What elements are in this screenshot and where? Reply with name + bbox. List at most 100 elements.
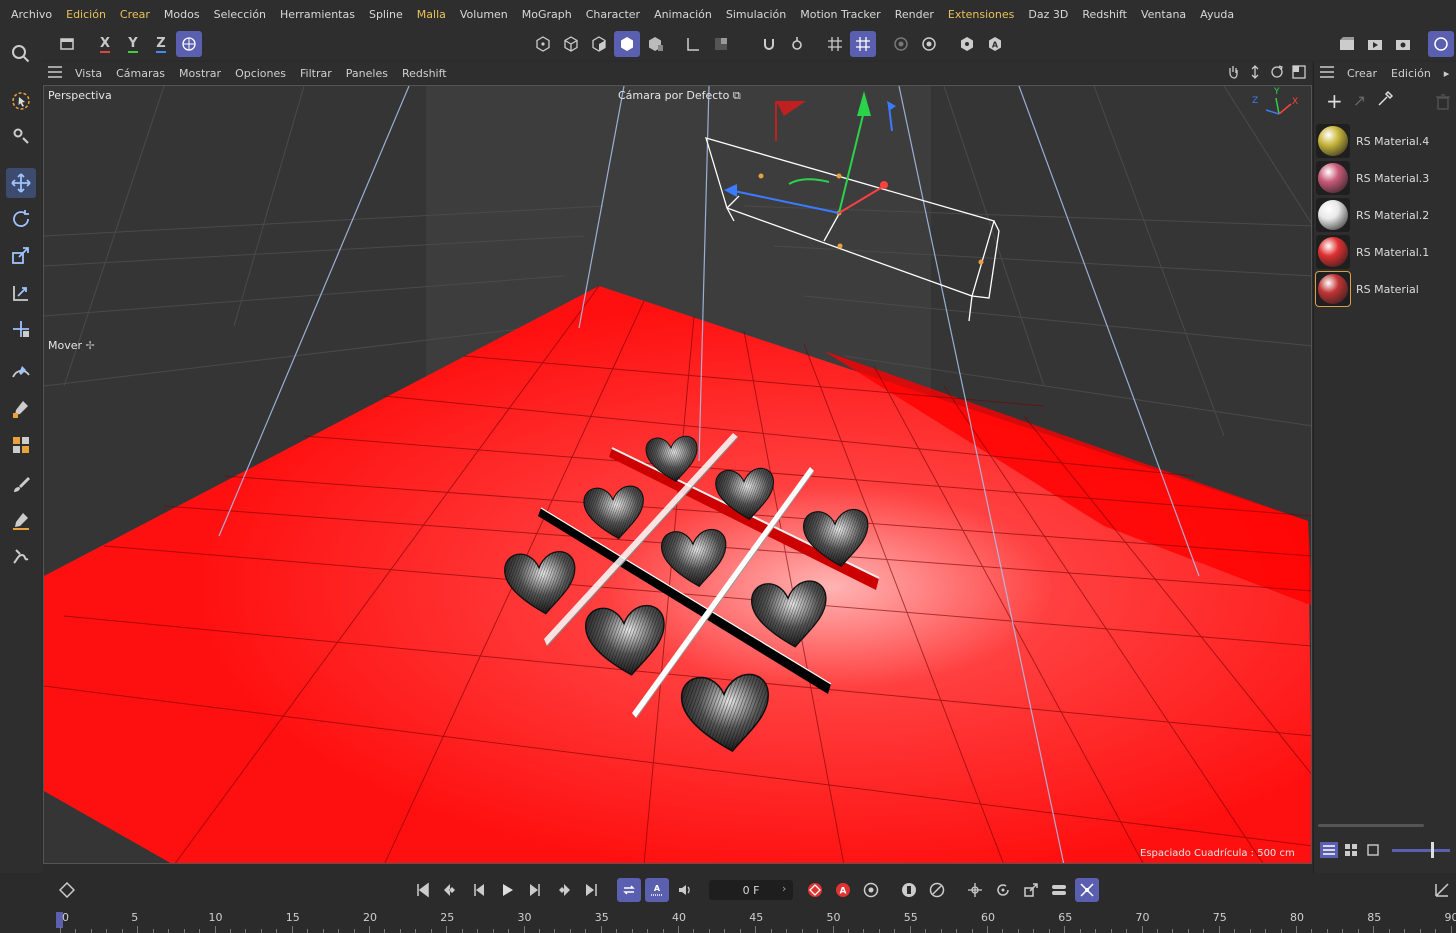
axis-x-lock-button[interactable]: X: [92, 31, 118, 57]
previous-key-icon[interactable]: [439, 878, 463, 902]
play-icon[interactable]: [495, 878, 519, 902]
keyframe-diamond-icon[interactable]: [55, 878, 79, 902]
visibility-icon[interactable]: [954, 31, 980, 57]
brush-tool-icon[interactable]: [6, 470, 36, 500]
viewport-menu-hamburger-icon[interactable]: [42, 65, 68, 81]
model-mode-icon[interactable]: [614, 31, 640, 57]
menu-item[interactable]: Ventana: [1134, 8, 1193, 21]
zoom-view-icon[interactable]: [1244, 64, 1266, 82]
menu-item[interactable]: Spline: [362, 8, 410, 21]
workplane-icon[interactable]: [680, 31, 706, 57]
viewport-camera-name[interactable]: Cámara por Defecto ⧉: [618, 89, 741, 103]
material-menu-item[interactable]: Crear: [1340, 67, 1384, 80]
sound-icon[interactable]: [673, 878, 697, 902]
eyedropper-icon[interactable]: [1376, 90, 1394, 116]
object-mode-icon[interactable]: [642, 31, 668, 57]
render-settings-icon[interactable]: [1390, 31, 1416, 57]
points-mode-icon[interactable]: [530, 31, 556, 57]
point-level-key-icon[interactable]: [1075, 878, 1099, 902]
axis-z-lock-button[interactable]: Z: [148, 31, 174, 57]
motion-path-icon[interactable]: [925, 878, 949, 902]
loop-icon[interactable]: [617, 878, 641, 902]
viewport-menu-item[interactable]: Filtrar: [293, 67, 339, 80]
frame-increment-icon[interactable]: ›: [782, 882, 786, 895]
sculpt-tool-icon[interactable]: [6, 542, 36, 572]
timeline-expand-icon[interactable]: [1430, 878, 1454, 902]
viewport-menu-item[interactable]: Vista: [68, 67, 109, 80]
material-menu-arrow-icon[interactable]: ▸: [1438, 67, 1456, 80]
menu-item[interactable]: Animación: [647, 8, 719, 21]
menu-item[interactable]: Ayuda: [1193, 8, 1241, 21]
viewport-menu-item[interactable]: Paneles: [339, 67, 395, 80]
polygons-mode-icon[interactable]: [586, 31, 612, 57]
material-scrollbar[interactable]: [1318, 824, 1424, 827]
menu-item[interactable]: Modos: [157, 8, 207, 21]
thumbnail-size-handle[interactable]: [1431, 842, 1434, 858]
next-key-icon[interactable]: [551, 878, 575, 902]
menu-item[interactable]: Daz 3D: [1021, 8, 1075, 21]
thumbnail-size-slider[interactable]: [1392, 849, 1450, 852]
menu-item[interactable]: Herramientas: [273, 8, 362, 21]
menu-item[interactable]: Archivo: [4, 8, 59, 21]
search-icon[interactable]: [6, 39, 36, 69]
material-item[interactable]: RS Material.4: [1316, 123, 1456, 159]
orbit-view-icon[interactable]: [1266, 64, 1288, 82]
material-menu-hamburger-icon[interactable]: [1314, 65, 1340, 81]
large-view-icon[interactable]: [1364, 842, 1382, 858]
menu-item[interactable]: Crear: [113, 8, 157, 21]
menu-item[interactable]: Render: [888, 8, 941, 21]
list-view-icon[interactable]: [1320, 842, 1338, 858]
viewport-menu-item[interactable]: Opciones: [228, 67, 293, 80]
edges-mode-icon[interactable]: [558, 31, 584, 57]
playback-rate-icon[interactable]: A: [645, 878, 669, 902]
rotate-tool-icon[interactable]: [6, 204, 36, 234]
axis-y-lock-button[interactable]: Y: [120, 31, 146, 57]
transfer-tool-icon[interactable]: [6, 278, 36, 308]
viewport-menu-item[interactable]: Cámaras: [109, 67, 172, 80]
delete-material-icon[interactable]: [1436, 94, 1450, 113]
render-view-icon[interactable]: [1334, 31, 1360, 57]
autokey-icon[interactable]: A: [831, 878, 855, 902]
current-frame-field[interactable]: 0 F: [709, 880, 793, 900]
render-picture-viewer-icon[interactable]: [1362, 31, 1388, 57]
placement-tool-icon[interactable]: [6, 314, 36, 344]
selection-tool-icon[interactable]: [6, 86, 36, 116]
material-item[interactable]: RS Material: [1315, 271, 1456, 307]
menu-item[interactable]: Extensiones: [941, 8, 1022, 21]
grid-view-icon[interactable]: [1342, 842, 1360, 858]
pan-view-icon[interactable]: [1222, 65, 1244, 82]
world-coordinates-button[interactable]: [176, 31, 202, 57]
material-item[interactable]: RS Material.2: [1316, 197, 1456, 233]
undo-view-icon[interactable]: [54, 31, 80, 57]
add-material-icon[interactable]: +: [1326, 90, 1343, 116]
previous-frame-icon[interactable]: [467, 878, 491, 902]
cubes-tool-icon[interactable]: [6, 430, 36, 460]
key-settings-icon[interactable]: [859, 878, 883, 902]
scale-tool-icon[interactable]: [6, 240, 36, 270]
magnet-icon[interactable]: [756, 31, 782, 57]
tweak-tool-icon[interactable]: [6, 121, 36, 151]
menu-item[interactable]: Motion Tracker: [793, 8, 887, 21]
menu-item[interactable]: Edición: [59, 8, 113, 21]
keyframe-selection-icon[interactable]: [897, 878, 921, 902]
sketch-tool-icon[interactable]: [6, 394, 36, 424]
material-item[interactable]: RS Material.3: [1316, 160, 1456, 196]
viewport-menu-item[interactable]: Redshift: [395, 67, 454, 80]
menu-item[interactable]: Selección: [207, 8, 273, 21]
move-tool-icon[interactable]: [6, 168, 36, 198]
timeline-ruler[interactable]: 0 5 10 15 20 25 30 35 40 45 50 55 60 65 70 75 80 85 90: [0, 907, 1456, 933]
viewport-menu-item[interactable]: Mostrar: [172, 67, 228, 80]
solo-icon[interactable]: [708, 31, 734, 57]
scale-key-icon[interactable]: [1019, 878, 1043, 902]
position-key-icon[interactable]: [963, 878, 987, 902]
menu-item[interactable]: Malla: [410, 8, 453, 21]
apply-material-icon[interactable]: ↗: [1353, 90, 1366, 116]
material-menu-item[interactable]: Edición: [1384, 67, 1438, 80]
next-frame-icon[interactable]: [523, 878, 547, 902]
grid-snap-icon[interactable]: [822, 31, 848, 57]
menu-item[interactable]: MoGraph: [515, 8, 579, 21]
layout-switch-icon[interactable]: [1428, 31, 1454, 57]
auto-key-icon[interactable]: A: [982, 31, 1008, 57]
snap-settings-icon[interactable]: [784, 31, 810, 57]
snap-enable-icon[interactable]: [850, 31, 876, 57]
